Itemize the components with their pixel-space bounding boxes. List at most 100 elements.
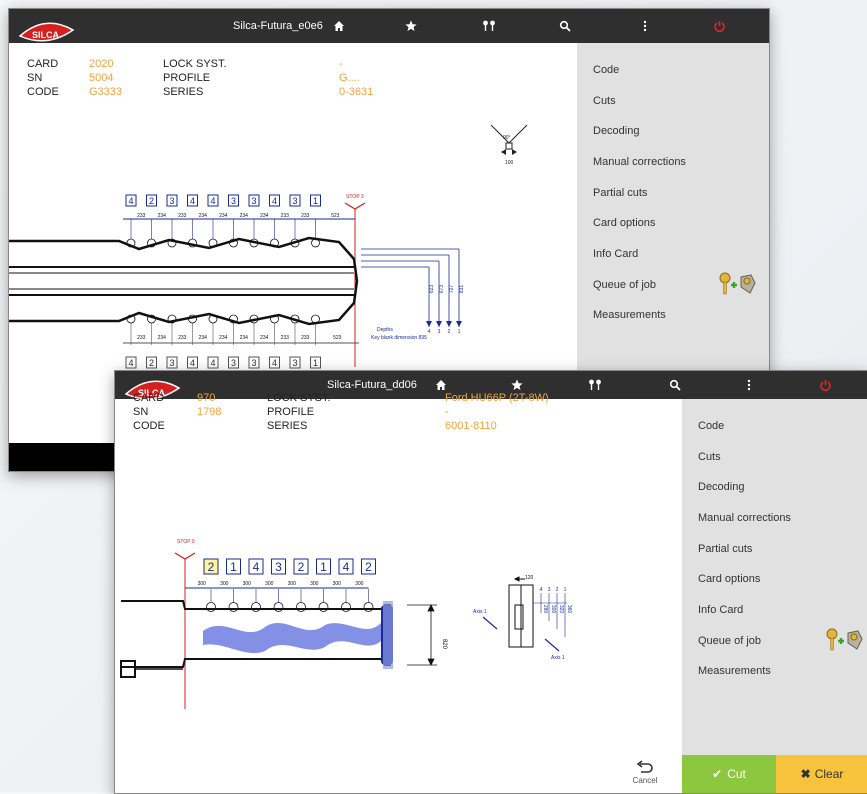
home-icon[interactable]: [329, 9, 349, 43]
more-vertical-icon[interactable]: [739, 371, 759, 399]
spacing-label: 233: [178, 213, 187, 219]
angle-label: 90°: [503, 135, 511, 141]
menu-partial-cuts[interactable]: Partial cuts: [698, 543, 752, 555]
menu-measurements[interactable]: Measurements: [698, 665, 771, 677]
menu-manual-corrections[interactable]: Manual corrections: [593, 156, 686, 168]
depth-value: 623: [429, 285, 435, 294]
menu-decoding[interactable]: Decoding: [698, 481, 744, 493]
key-profile: [9, 236, 359, 326]
cut-number: 4: [190, 196, 195, 206]
angle-symbol: 90° 100: [490, 124, 528, 166]
series-value: 0-3631: [339, 86, 374, 98]
cut-number: 4: [210, 358, 215, 368]
axis-label-a: Axis 1: [473, 609, 487, 615]
depth-arrow: [436, 321, 442, 327]
menu-info-card[interactable]: Info Card: [698, 604, 743, 616]
cut-number: 3: [169, 196, 174, 206]
lock-info: LOCK SYST. PROFILE SERIES: [267, 391, 331, 433]
cut-number: 3: [231, 196, 236, 206]
menu-partial-cuts[interactable]: Partial cuts: [593, 187, 647, 199]
search-icon[interactable]: [665, 371, 685, 399]
side-number: 4: [540, 587, 543, 593]
more-vertical-icon[interactable]: [635, 9, 655, 43]
power-icon[interactable]: [815, 371, 835, 399]
top-bar: SILCA Silca-Futura_e0e6: [9, 9, 769, 43]
cut-number: 4: [128, 196, 133, 206]
card-label: CARD: [27, 58, 59, 70]
profile-value: G....: [339, 72, 360, 84]
spacing-label: 300: [288, 581, 297, 587]
menu-card-options[interactable]: Card options: [698, 573, 760, 585]
silca-logo: SILCA: [15, 18, 77, 53]
code-label: CODE: [133, 420, 165, 432]
window-front: SILCA Silca-Futura_dd06 CARD SN CODE 970…: [114, 370, 867, 794]
top-spacings: 233 234 233 234 234 234 234 233 233 523: [123, 213, 355, 220]
cut-number: 2: [149, 358, 154, 368]
key-pair-icon[interactable]: [585, 371, 605, 399]
menu-decoding[interactable]: Decoding: [593, 125, 639, 137]
window-title: Silca-Futura_dd06: [327, 379, 417, 391]
menu-cuts[interactable]: Cuts: [593, 95, 616, 107]
axis-arrow-a: [482, 616, 498, 630]
cut-button[interactable]: ✔ Cut: [682, 755, 776, 793]
side-value: 360: [566, 605, 572, 614]
cut-circle: [228, 602, 239, 612]
side-number: 1: [564, 587, 567, 593]
key-pair-icon[interactable]: [479, 9, 499, 43]
tip-highlight: [383, 601, 393, 669]
card-values: 970 1798: [197, 391, 221, 419]
blade-cut-path: [203, 622, 381, 654]
star-icon[interactable]: [401, 9, 421, 43]
queue-keys-icon[interactable]: [717, 271, 757, 302]
undo-icon: [636, 760, 653, 773]
sn-value: 1798: [197, 406, 222, 418]
cut-number: 4: [343, 560, 350, 574]
card-value: 2020: [89, 58, 114, 70]
menu-code[interactable]: Code: [593, 64, 619, 76]
menu-code[interactable]: Code: [698, 420, 724, 432]
spacing-label: 234: [240, 213, 249, 219]
cut-number: 4: [253, 560, 260, 574]
menu-queue-of-job[interactable]: Queue of job: [698, 635, 761, 647]
card-info: CARD SN CODE: [133, 391, 165, 433]
spacing-label: 234: [219, 213, 228, 219]
menu-queue-of-job[interactable]: Queue of job: [593, 279, 656, 291]
queue-keys-icon[interactable]: [824, 627, 864, 658]
spacing-label: 234: [240, 335, 249, 341]
bottom-spacings: 233 234 233 234 234 234 234 233 233 523: [123, 335, 359, 344]
menu-manual-corrections[interactable]: Manual corrections: [698, 512, 791, 524]
axis-arrow-b: [544, 638, 560, 652]
cut-number: 4: [272, 358, 277, 368]
cut-number: 2: [149, 196, 154, 206]
menu-info-card[interactable]: Info Card: [593, 248, 638, 260]
cut-number: 2: [365, 560, 372, 574]
menu-cuts[interactable]: Cuts: [698, 451, 721, 463]
lock-values: Ford HU66P (2T-8W) - 6001-8110: [445, 391, 549, 433]
cancel-button[interactable]: Cancel: [630, 760, 660, 785]
profile-label: PROFILE: [267, 406, 315, 418]
stop-label: STOP 3: [346, 194, 364, 200]
side-value: 280: [542, 605, 548, 614]
power-icon[interactable]: [709, 9, 729, 43]
sn-label: SN: [27, 72, 43, 84]
clear-button[interactable]: ✖ Clear: [776, 755, 867, 793]
stop-marker: STOP 3: [344, 194, 366, 367]
cut-number: 3: [292, 358, 297, 368]
menu-measurements[interactable]: Measurements: [593, 309, 666, 321]
cut-number: 2: [298, 560, 305, 574]
spacing-label: 233: [301, 213, 310, 219]
cut-circle: [273, 602, 284, 612]
window-title: Silca-Futura_e0e6: [233, 20, 323, 32]
spacing-label: 300: [243, 581, 252, 587]
spacing-label: 234: [158, 213, 167, 219]
cut-number: 1: [313, 358, 318, 368]
search-icon[interactable]: [555, 9, 575, 43]
series-label: SERIES: [267, 420, 308, 432]
menu-card-options[interactable]: Card options: [593, 217, 655, 229]
side-value: 300: [550, 605, 556, 614]
depth-number: 3: [438, 329, 441, 335]
depth-arrow: [456, 321, 462, 327]
axis-label-b: Axis 1: [551, 655, 565, 661]
spacing-label: 234: [260, 335, 269, 341]
spacing-label: 523: [331, 213, 340, 219]
